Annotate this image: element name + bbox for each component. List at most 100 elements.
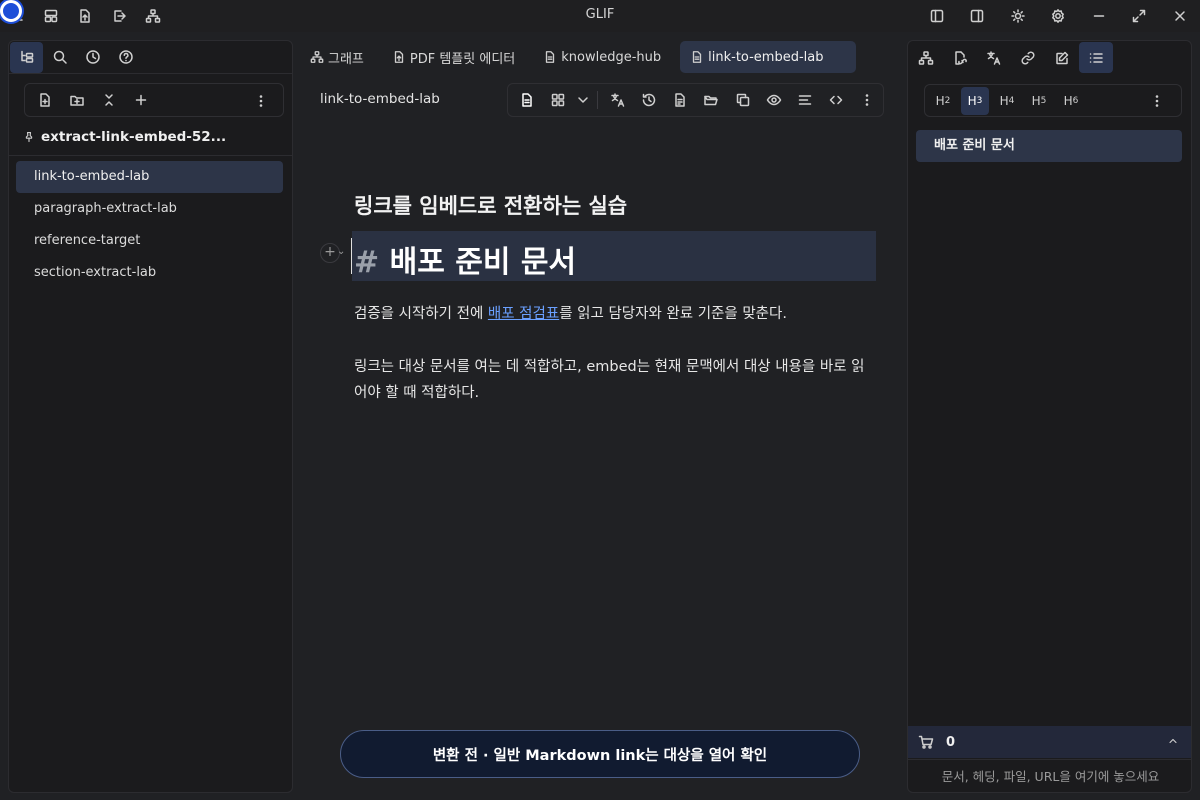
divider xyxy=(9,155,292,156)
heading-h3-button[interactable]: H3 xyxy=(961,86,989,115)
collapse-all-button[interactable] xyxy=(93,84,125,116)
file-text-icon xyxy=(546,51,555,63)
tab-search[interactable] xyxy=(43,42,76,73)
maximize-button[interactable] xyxy=(1119,0,1160,32)
tab-backlinks[interactable] xyxy=(943,42,977,73)
left-sidebar: extract-link-embed-52... link-to-embed-l… xyxy=(8,40,293,793)
heading-letter: H xyxy=(935,93,945,108)
new-file-button[interactable] xyxy=(29,84,61,116)
tab-links[interactable] xyxy=(1011,42,1045,73)
gear-icon xyxy=(1052,9,1065,23)
list-icon xyxy=(1089,52,1103,63)
tab-pdf-template-editor[interactable]: PDF 템플릿 에디터 xyxy=(382,41,525,73)
layout-icon xyxy=(44,9,58,23)
history-button[interactable] xyxy=(633,84,664,116)
document-more-button[interactable] xyxy=(852,84,883,116)
tab-history[interactable] xyxy=(76,42,109,73)
edit-icon xyxy=(1056,51,1069,64)
tab-graph[interactable]: 그래프 xyxy=(300,41,374,73)
grid-view-button[interactable] xyxy=(542,84,573,116)
tab-label: PDF 템플릿 에디터 xyxy=(409,51,516,67)
paragraph-2[interactable]: 링크는 대상 문서를 여는 데 적합하고, embed는 현재 문맥에서 대상 … xyxy=(354,354,876,406)
title-bar: GLIF xyxy=(0,0,1200,32)
source-code-button[interactable] xyxy=(821,84,852,116)
file-upload-icon xyxy=(394,51,404,63)
app-logo xyxy=(0,0,22,22)
outline-button[interactable] xyxy=(789,84,820,116)
close-button[interactable] xyxy=(1160,0,1200,32)
file-item-section-extract-lab[interactable]: section-extract-lab xyxy=(16,257,283,289)
preview-button[interactable] xyxy=(758,84,789,116)
tab-file-tree[interactable] xyxy=(10,41,43,73)
document-name: link-to-embed-lab xyxy=(320,91,440,107)
more-vertical-icon xyxy=(259,95,263,107)
project-name: extract-link-embed-52... xyxy=(41,129,227,145)
plus-icon xyxy=(135,94,147,106)
folder-plus-icon xyxy=(70,95,84,106)
add-button[interactable] xyxy=(125,84,157,116)
expand-icon xyxy=(1133,9,1146,23)
sitemap-button[interactable] xyxy=(136,0,170,32)
paragraph-text: 검증을 시작하기 전에 xyxy=(354,306,488,322)
toggle-left-sidebar-button[interactable] xyxy=(917,0,958,32)
collapse-icon xyxy=(105,94,113,106)
inline-link[interactable]: 배포 점검표 xyxy=(488,306,559,322)
translate-button[interactable] xyxy=(602,84,633,116)
history-icon xyxy=(642,93,656,107)
cart-count: 0 xyxy=(946,734,956,750)
minimize-button[interactable] xyxy=(1079,0,1120,32)
sitemap-icon xyxy=(145,9,161,23)
document-subtitle: 링크를 임베드로 전환하는 실습 xyxy=(354,194,628,218)
tab-link-to-embed-lab[interactable]: link-to-embed-lab xyxy=(680,41,856,73)
heading-block[interactable]: # 배포 준비 문서 xyxy=(351,231,876,281)
toggle-right-sidebar-button[interactable] xyxy=(957,0,998,32)
tab-knowledge-hub[interactable]: knowledge-hub xyxy=(533,41,671,73)
heading-h4-button[interactable]: H4 xyxy=(993,87,1021,115)
heading-h6-button[interactable]: H6 xyxy=(1057,87,1085,115)
heading-h5-button[interactable]: H5 xyxy=(1025,87,1053,115)
new-folder-button[interactable] xyxy=(61,84,93,116)
more-vertical-icon xyxy=(866,94,869,106)
settings-button[interactable] xyxy=(1038,0,1079,32)
document-view-button[interactable] xyxy=(511,84,542,116)
view-dropdown-button[interactable] xyxy=(573,84,593,116)
paragraph-1[interactable]: 검증을 시작하기 전에 배포 점검표를 읽고 담당자와 완료 기준을 맞춘다. xyxy=(354,301,787,327)
tab-help[interactable] xyxy=(109,42,142,73)
document-info-button[interactable] xyxy=(665,84,696,116)
file-list: link-to-embed-lab paragraph-extract-lab … xyxy=(16,161,283,289)
pin-icon xyxy=(25,131,33,143)
toolbar-separator xyxy=(597,91,599,109)
cart-bar[interactable]: 0 xyxy=(908,726,1191,758)
export-button[interactable] xyxy=(102,0,136,32)
file-item-paragraph-extract-lab[interactable]: paragraph-extract-lab xyxy=(16,193,283,225)
heading-text: 배포 준비 문서 xyxy=(389,245,577,280)
align-left-icon xyxy=(798,95,812,105)
file-toolbar-more-button[interactable] xyxy=(245,85,277,117)
file-upload-icon xyxy=(80,9,90,23)
close-icon xyxy=(1175,11,1185,21)
paragraph-text: 를 읽고 담당자와 완료 기준을 맞춘다. xyxy=(559,306,787,322)
status-banner: 변환 전 · 일반 Markdown link는 대상을 열어 확인 xyxy=(340,730,860,778)
text-caret xyxy=(351,238,352,274)
tab-translate[interactable] xyxy=(977,42,1011,73)
block-chevron-icon[interactable]: ⌄ xyxy=(337,246,345,257)
file-item-reference-target[interactable]: reference-target xyxy=(16,225,283,257)
tab-edit[interactable] xyxy=(1045,42,1079,73)
file-plus-icon xyxy=(40,93,50,107)
file-item-link-to-embed-lab[interactable]: link-to-embed-lab xyxy=(16,161,283,193)
outline-item[interactable]: 배포 준비 문서 xyxy=(916,130,1182,162)
tab-outline[interactable] xyxy=(1079,42,1113,73)
folder-open-icon xyxy=(704,95,719,106)
copy-button[interactable] xyxy=(727,84,758,116)
heading-h2-button[interactable]: H2 xyxy=(929,87,957,115)
drop-zone[interactable]: 문서, 헤딩, 파일, URL을 여기에 놓으세요 xyxy=(908,759,1191,792)
chevron-up-icon[interactable] xyxy=(1167,735,1179,747)
tab-graph-view[interactable] xyxy=(909,42,943,73)
import-button[interactable] xyxy=(68,0,102,32)
layout-button[interactable] xyxy=(34,0,68,32)
heading-bar-more-button[interactable] xyxy=(1143,87,1171,115)
project-header[interactable]: extract-link-embed-52... xyxy=(23,129,226,145)
theme-button[interactable] xyxy=(998,0,1039,32)
open-folder-button[interactable] xyxy=(696,84,727,116)
heading-level: 5 xyxy=(1040,95,1047,106)
